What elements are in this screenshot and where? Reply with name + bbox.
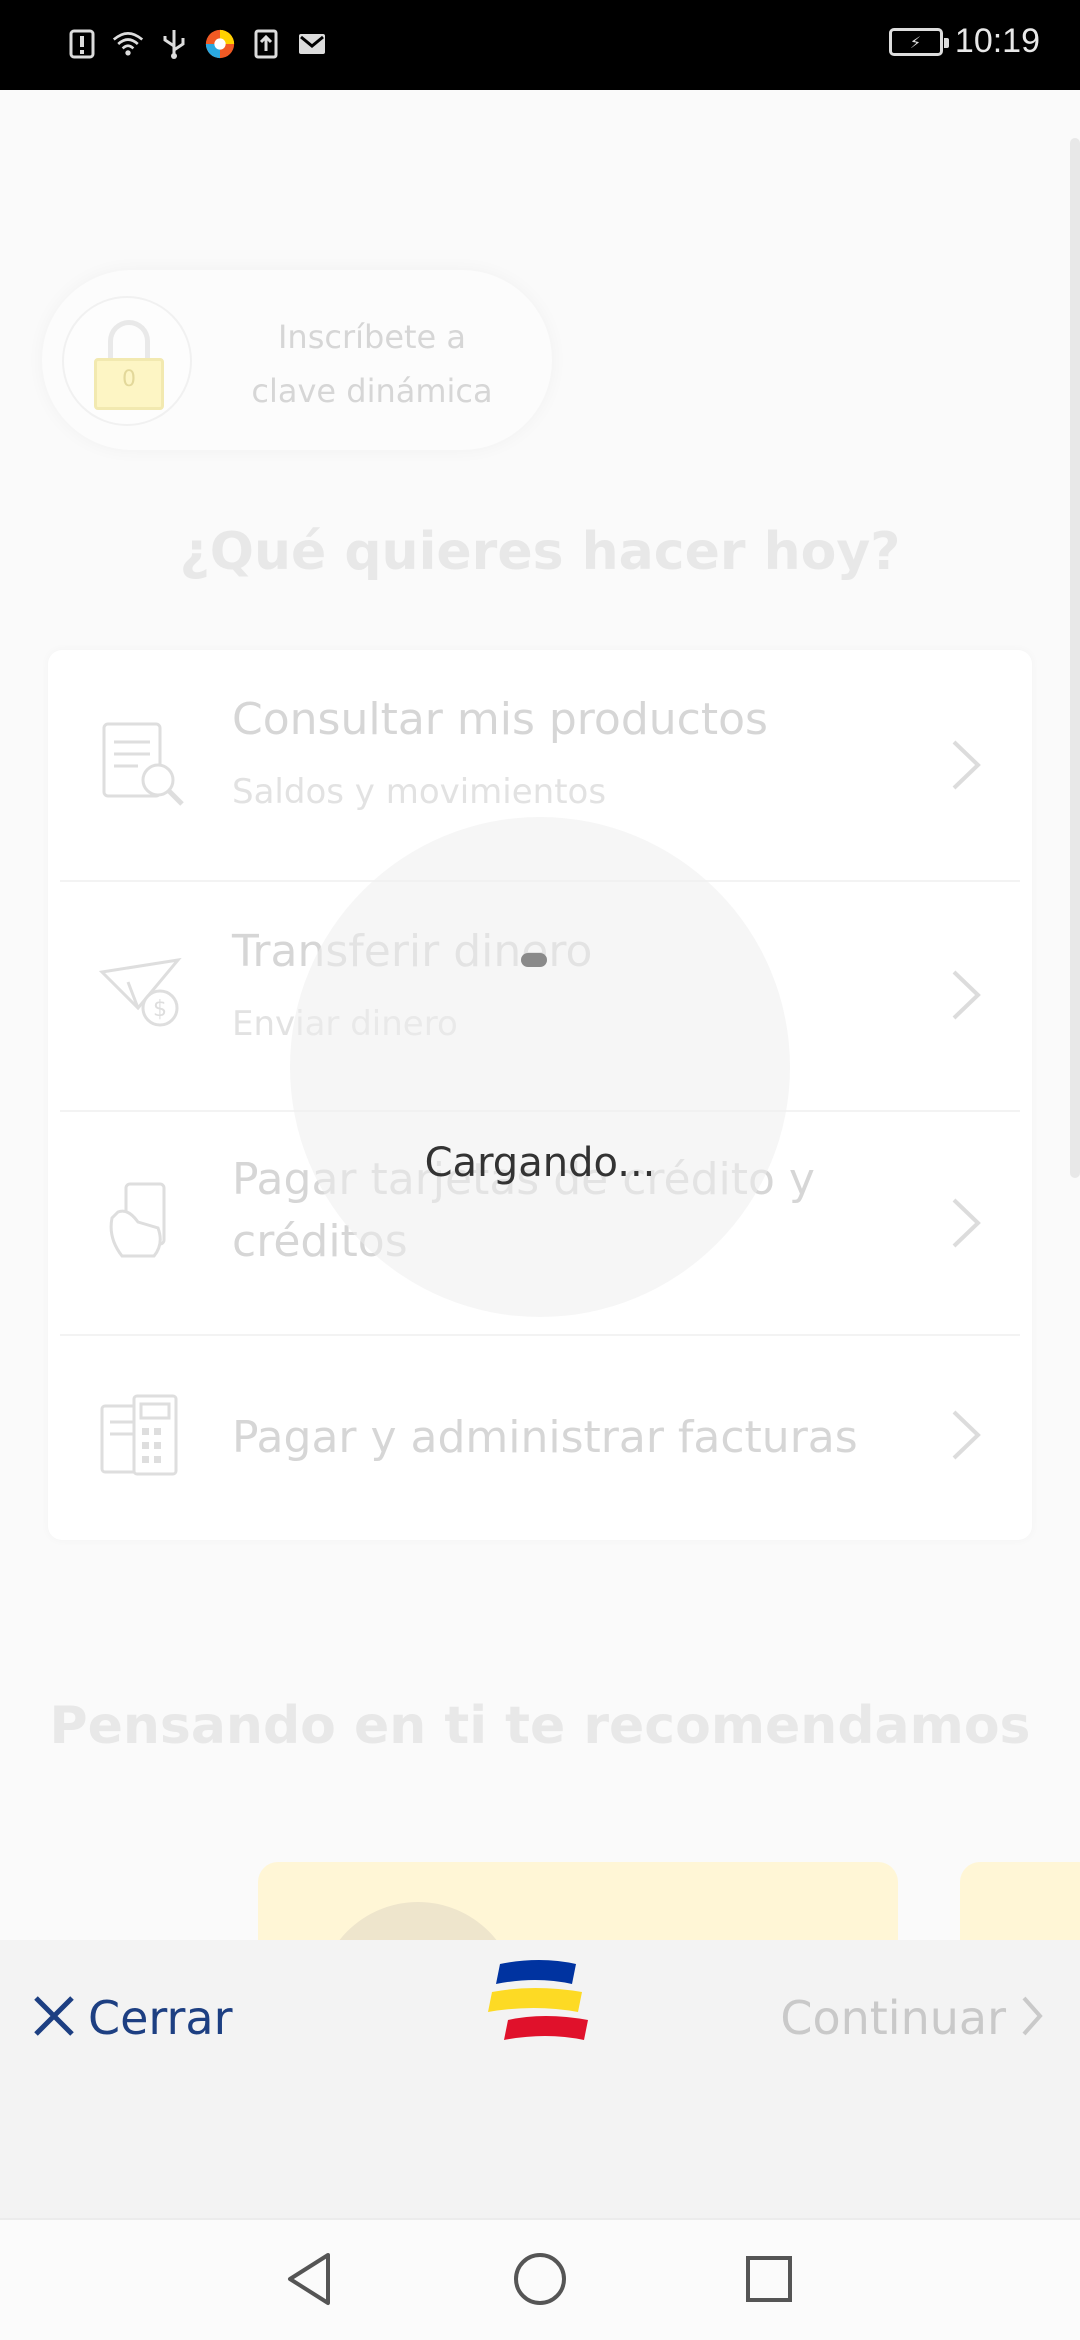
svg-text:$: $ — [153, 997, 167, 1022]
menu-item-title: Consultar mis productos — [232, 694, 768, 745]
chevron-right-icon — [946, 1196, 986, 1250]
menu-item-pagar-facturas[interactable]: Pagar y administrar facturas — [48, 1336, 1032, 1540]
recommend-title: Pensando en ti te recomendamos — [49, 1696, 1031, 1756]
back-triangle-icon — [284, 2251, 334, 2311]
action-bar: Cerrar Continuar — [0, 1940, 1080, 2218]
lock-icon: 0 — [62, 296, 192, 426]
usb-icon — [158, 28, 190, 60]
alert-icon — [66, 28, 98, 60]
recents-square-icon — [744, 2254, 794, 2308]
promo-card[interactable] — [258, 1862, 898, 1940]
status-right: ⚡ 10:19 — [888, 22, 1040, 61]
app-icon — [204, 28, 236, 60]
brand-logo — [486, 1958, 592, 2044]
battery-icon: ⚡ — [888, 27, 949, 56]
chevron-right-icon — [946, 738, 986, 792]
enroll-line-2: clave dinámica — [251, 372, 493, 410]
loading-text: Cargando... — [424, 1140, 656, 1186]
back-button[interactable] — [276, 2248, 342, 2314]
enroll-text: Inscríbete a clave dinámica — [232, 310, 512, 418]
wifi-icon — [112, 28, 144, 60]
clock: 10:19 — [954, 22, 1040, 60]
close-label: Cerrar — [88, 1991, 233, 2045]
menu-item-subtitle: Saldos y movimientos — [232, 772, 607, 812]
scrollbar[interactable] — [1070, 138, 1080, 1178]
question-title: ¿Qué quieres hacer hoy? — [179, 522, 901, 582]
close-button[interactable]: Cerrar — [32, 1980, 233, 2056]
close-icon — [32, 1994, 76, 2042]
home-button[interactable] — [507, 2248, 573, 2314]
loading-overlay — [290, 817, 790, 1317]
paper-plane-money-icon: $ — [98, 952, 188, 1042]
chevron-right-icon — [946, 968, 986, 1022]
enroll-line-1: Inscríbete a — [277, 318, 467, 356]
spinner-icon — [521, 953, 547, 967]
chevron-right-icon — [946, 1408, 986, 1462]
continue-button[interactable]: Continuar — [780, 1980, 1044, 2056]
mail-icon — [296, 28, 328, 60]
chevron-right-icon — [1020, 1994, 1044, 2042]
hand-card-icon — [98, 1178, 188, 1268]
document-search-icon — [98, 720, 188, 810]
menu-item-title: Pagar y administrar facturas — [232, 1412, 858, 1463]
status-bar: ⚡ 10:19 — [0, 0, 1080, 90]
promo-image — [318, 1902, 518, 1940]
enroll-dynamic-key-banner[interactable]: 0 Inscríbete a clave dinámica — [42, 270, 552, 450]
invoice-calculator-icon — [98, 1392, 188, 1482]
home-circle-icon — [512, 2251, 568, 2311]
continue-label: Continuar — [780, 1991, 1006, 2045]
system-navigation-bar — [0, 2218, 1080, 2340]
status-icons — [66, 28, 328, 60]
upload-icon — [250, 28, 282, 60]
promo-card-next[interactable] — [960, 1862, 1080, 1940]
recents-button[interactable] — [736, 2248, 802, 2314]
